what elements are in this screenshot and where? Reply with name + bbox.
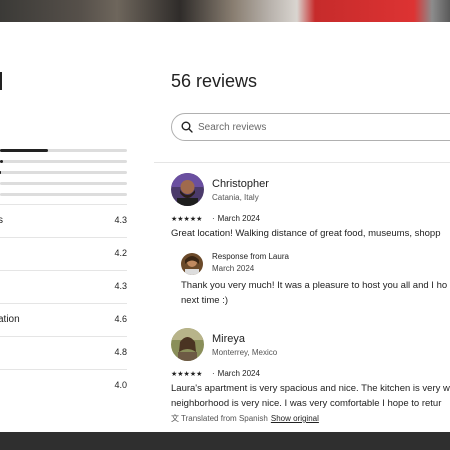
- star-rating: ★★★★★: [171, 371, 203, 378]
- translation-note: 文 Translated from Spanish Show original: [171, 413, 319, 424]
- category-score: 4.6: [114, 314, 127, 324]
- review-text-line: neighborhood is very nice. I was very co…: [171, 398, 442, 409]
- review-date-text: March 2024: [217, 369, 260, 378]
- overall-rating-fragment: [0, 72, 2, 90]
- category-score: 4.2: [114, 248, 127, 258]
- section-divider: [154, 162, 450, 163]
- response-author: Response from Laura: [212, 252, 289, 261]
- reviews-modal: s 4.3 4.2 4.3 ation 4.6 4.8 4.0 56 revie…: [0, 22, 450, 432]
- reviewer-avatar[interactable]: [171, 328, 204, 361]
- category-score: 4.0: [114, 380, 127, 390]
- reviewer-name: Mireya: [212, 333, 246, 345]
- category-score: 4.8: [114, 347, 127, 357]
- reviewer-location: Catania, Italy: [212, 193, 259, 202]
- category-label: s: [0, 215, 3, 226]
- rating-bar-4: [0, 160, 127, 163]
- category-score: 4.3: [114, 215, 127, 225]
- reviewer-location: Monterrey, Mexico: [212, 348, 278, 357]
- category-row: 4.3: [0, 270, 127, 303]
- response-date: March 2024: [212, 264, 255, 273]
- reviews-count-title: 56 reviews: [171, 71, 258, 91]
- review-text: Great location! Walking distance of grea…: [171, 228, 441, 239]
- star-rating: ★★★★★: [171, 216, 203, 223]
- category-score: 4.3: [114, 281, 127, 291]
- category-row: s 4.3: [0, 204, 127, 237]
- rating-bar-1: [0, 193, 127, 196]
- rating-bar-3: [0, 171, 127, 174]
- background-overlay: [0, 432, 450, 450]
- review-date: · March 2024: [212, 214, 260, 223]
- response-text-line: Thank you very much! It was a pleasure t…: [181, 280, 448, 291]
- review-date-text: March 2024: [217, 214, 260, 223]
- category-row: ation 4.6: [0, 303, 127, 336]
- host-avatar[interactable]: [181, 253, 203, 275]
- category-row: 4.8: [0, 336, 127, 369]
- person-avatar-icon: [171, 328, 204, 361]
- background-photo: [0, 0, 450, 22]
- review-date: · March 2024: [212, 369, 260, 378]
- reviewer-avatar[interactable]: [171, 173, 204, 206]
- show-original-link[interactable]: Show original: [271, 414, 319, 423]
- category-row: 4.2: [0, 237, 127, 270]
- translation-label: Translated from Spanish: [181, 414, 268, 423]
- rating-bar-5: [0, 149, 127, 152]
- review-text-line: Laura's apartment is very spacious and n…: [171, 383, 450, 394]
- search-input[interactable]: [198, 119, 450, 135]
- response-text-line: next time :): [181, 295, 228, 306]
- translate-icon: 文: [171, 414, 179, 423]
- category-row: 4.0: [0, 369, 127, 402]
- person-avatar-icon: [181, 253, 203, 275]
- reviewer-name: Christopher: [212, 178, 269, 190]
- search-box[interactable]: [171, 113, 450, 141]
- category-label: ation: [0, 314, 20, 325]
- person-avatar-icon: [171, 173, 204, 206]
- rating-bar-2: [0, 182, 127, 185]
- search-icon: [181, 121, 193, 133]
